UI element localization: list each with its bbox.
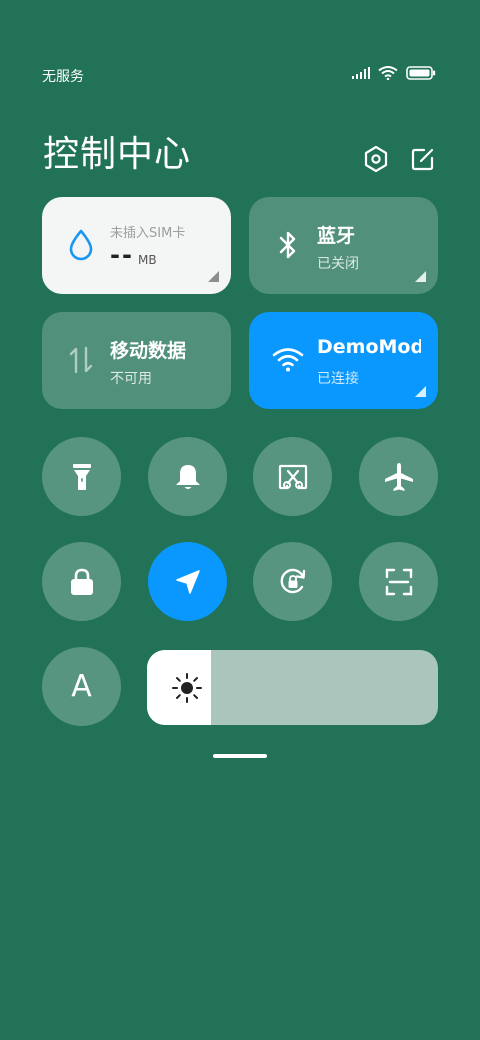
mobile-data-status: 不可用	[110, 371, 152, 387]
bluetooth-tile[interactable]: 蓝牙 已关闭	[249, 197, 438, 294]
expand-corner-icon	[208, 271, 219, 282]
auto-brightness-toggle[interactable]: A	[42, 647, 121, 726]
mobile-data-title: 移动数据	[110, 340, 187, 362]
bell-icon	[175, 464, 200, 489]
page-title: 控制中心	[43, 134, 192, 175]
wifi-tile[interactable]: DemoMode 已连接	[249, 312, 438, 409]
auto-brightness-label: A	[71, 669, 92, 704]
expand-corner-icon	[415, 271, 426, 282]
flashlight-toggle[interactable]	[42, 437, 121, 516]
data-usage-tile[interactable]: 未插入SIM卡 -- MB	[42, 197, 231, 294]
edit-button[interactable]	[408, 144, 438, 174]
scan-toggle[interactable]	[359, 542, 438, 621]
airplane-icon	[384, 462, 413, 491]
status-icons	[352, 66, 436, 80]
sim-status-label: 未插入SIM卡	[110, 226, 186, 241]
scissors-icon	[278, 464, 307, 489]
airplane-toggle[interactable]	[359, 437, 438, 516]
wifi-icon	[378, 66, 398, 80]
settings-button[interactable]	[361, 144, 391, 174]
wifi-title: DemoMode	[317, 336, 421, 358]
wifi-status: 已连接	[317, 371, 359, 387]
mobile-data-tile[interactable]: 移动数据 不可用	[42, 312, 231, 409]
hexagon-settings-icon	[364, 145, 388, 173]
expand-corner-icon	[415, 386, 426, 397]
rotation-lock-icon	[280, 568, 305, 593]
signal-icon	[352, 67, 370, 79]
mute-toggle[interactable]	[148, 437, 227, 516]
lock-icon	[70, 568, 93, 595]
wifi-icon	[271, 342, 305, 378]
water-drop-icon	[64, 227, 98, 263]
sun-icon	[172, 673, 202, 703]
brightness-slider[interactable]	[147, 650, 438, 725]
bluetooth-status: 已关闭	[317, 256, 359, 272]
drag-handle[interactable]	[213, 754, 267, 758]
bluetooth-icon	[271, 227, 305, 263]
location-arrow-icon	[175, 569, 200, 594]
lock-toggle[interactable]	[42, 542, 121, 621]
status-bar: 无服务	[0, 0, 480, 100]
battery-icon	[406, 66, 436, 80]
scan-icon	[385, 568, 412, 595]
flashlight-icon	[72, 463, 91, 490]
carrier-label: 无服务	[42, 69, 84, 85]
screenshot-toggle[interactable]	[253, 437, 332, 516]
data-usage-unit: MB	[138, 253, 157, 267]
data-usage-value: --	[110, 241, 134, 269]
bluetooth-title: 蓝牙	[317, 225, 356, 247]
location-toggle[interactable]	[148, 542, 227, 621]
rotation-lock-toggle[interactable]	[253, 542, 332, 621]
edit-icon	[411, 148, 434, 171]
data-arrows-icon	[64, 342, 98, 378]
